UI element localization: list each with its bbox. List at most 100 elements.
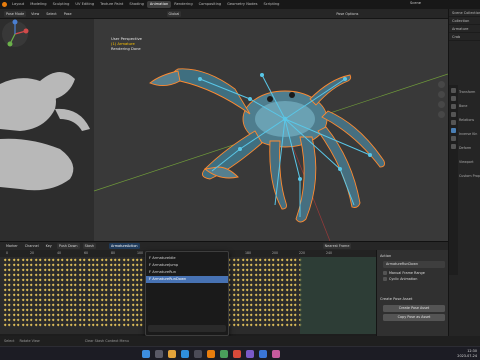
keyframe-marker[interactable] [236,308,241,312]
keyframe-marker[interactable] [60,268,65,272]
workspace-tab[interactable]: Scripting [260,1,282,8]
keyframe-marker[interactable] [73,323,78,327]
keyframe-marker[interactable] [131,288,135,292]
keyframe-marker[interactable] [241,283,245,287]
keyframe-marker[interactable] [38,268,43,272]
keyframe-marker[interactable] [38,303,43,307]
keyframe-marker[interactable] [3,323,7,327]
keyframe-marker[interactable] [241,288,245,292]
keyframe-marker[interactable] [245,293,249,297]
keyframe-marker[interactable] [271,293,276,297]
keyframe-marker[interactable] [267,258,271,262]
search-icon[interactable] [155,350,163,358]
keyframe-marker[interactable] [16,258,21,262]
keyframe-marker[interactable] [109,318,113,322]
action-selector[interactable]: ArmatureAction [109,243,140,249]
keyframe-marker[interactable] [271,263,276,267]
render-tab-icon[interactable] [451,96,456,101]
keyframe-marker[interactable] [104,318,109,322]
keyframe-marker[interactable] [113,313,117,317]
keyframe-marker[interactable] [47,313,51,317]
keyframe-marker[interactable] [16,288,21,292]
keyframe-marker[interactable] [7,318,12,322]
keyframe-marker[interactable] [293,278,298,282]
keyframe-marker[interactable] [51,308,56,312]
keyframe-marker[interactable] [285,318,289,322]
keyframe-marker[interactable] [43,268,47,272]
keyframe-marker[interactable] [12,268,16,272]
keyframe-marker[interactable] [65,323,69,327]
keyframe-marker[interactable] [117,308,122,312]
keyframe-marker[interactable] [82,298,87,302]
keyframe-marker[interactable] [60,263,65,267]
keyframe-marker[interactable] [293,313,298,317]
keyframe-marker[interactable] [29,303,34,307]
keyframe-marker[interactable] [263,283,267,287]
keyframe-marker[interactable] [21,283,25,287]
keyframe-marker[interactable] [56,273,60,277]
keyframe-marker[interactable] [7,258,12,262]
keyframe-marker[interactable] [241,308,245,312]
keyframe-marker[interactable] [47,258,51,262]
keyframe-marker[interactable] [43,258,47,262]
keyframe-marker[interactable] [139,303,144,307]
keyframe-marker[interactable] [285,308,289,312]
keyframe-marker[interactable] [122,313,126,317]
keyframe-marker[interactable] [245,268,249,272]
keyframe-marker[interactable] [245,278,249,282]
keyframe-marker[interactable] [258,323,263,327]
keyframe-marker[interactable] [38,308,43,312]
keyframe-marker[interactable] [289,308,293,312]
marker-menu[interactable]: Marker [4,243,20,249]
data-tab-icon[interactable] [451,144,456,149]
keyframe-marker[interactable] [69,313,73,317]
blender-app-icon[interactable] [207,350,215,358]
keyframe-marker[interactable] [51,323,56,327]
keyframe-marker[interactable] [236,288,241,292]
keyframe-marker[interactable] [25,303,29,307]
keyframe-marker[interactable] [56,263,60,267]
keyframe-marker[interactable] [69,288,73,292]
app-icon[interactable] [220,350,228,358]
keyframe-marker[interactable] [263,308,267,312]
keyframe-marker[interactable] [117,278,122,282]
keyframe-marker[interactable] [117,288,122,292]
tool-tab-icon[interactable] [451,88,456,93]
keyframe-marker[interactable] [60,278,65,282]
keyframe-marker[interactable] [25,313,29,317]
keyframe-marker[interactable] [271,313,276,317]
outliner-row[interactable]: Scene Collection [449,9,480,17]
keyframe-marker[interactable] [56,258,60,262]
keyframe-marker[interactable] [21,298,25,302]
keyframe-marker[interactable] [82,308,87,312]
keyframe-marker[interactable] [78,263,82,267]
keyframe-marker[interactable] [117,293,122,297]
workspace-tab[interactable]: Shading [126,1,147,8]
keyframe-marker[interactable] [254,268,258,272]
zoom-icon[interactable] [438,81,445,88]
keyframe-marker[interactable] [47,273,51,277]
keyframe-marker[interactable] [95,263,100,267]
keyframe-marker[interactable] [245,303,249,307]
keyframe-marker[interactable] [236,278,241,282]
keyframe-marker[interactable] [126,258,131,262]
blender-logo-icon[interactable] [2,2,7,7]
keyframe-marker[interactable] [249,313,254,317]
keyframe-marker[interactable] [78,313,82,317]
keyframe-marker[interactable] [267,313,271,317]
keyframe-marker[interactable] [104,258,109,262]
keyframe-marker[interactable] [232,288,236,292]
keyframe-marker[interactable] [280,273,285,277]
keyframe-marker[interactable] [280,323,285,327]
workspace-tab-active[interactable]: Animation [146,1,172,8]
keyframe-marker[interactable] [131,323,135,327]
keyframe-marker[interactable] [245,313,249,317]
keyframe-marker[interactable] [65,308,69,312]
keyframe-marker[interactable] [285,273,289,277]
keyframe-marker[interactable] [95,293,100,297]
keyframe-marker[interactable] [51,293,56,297]
keyframe-marker[interactable] [280,293,285,297]
keyframe-marker[interactable] [126,278,131,282]
keyframe-marker[interactable] [3,308,7,312]
keyframe-marker[interactable] [95,273,100,277]
